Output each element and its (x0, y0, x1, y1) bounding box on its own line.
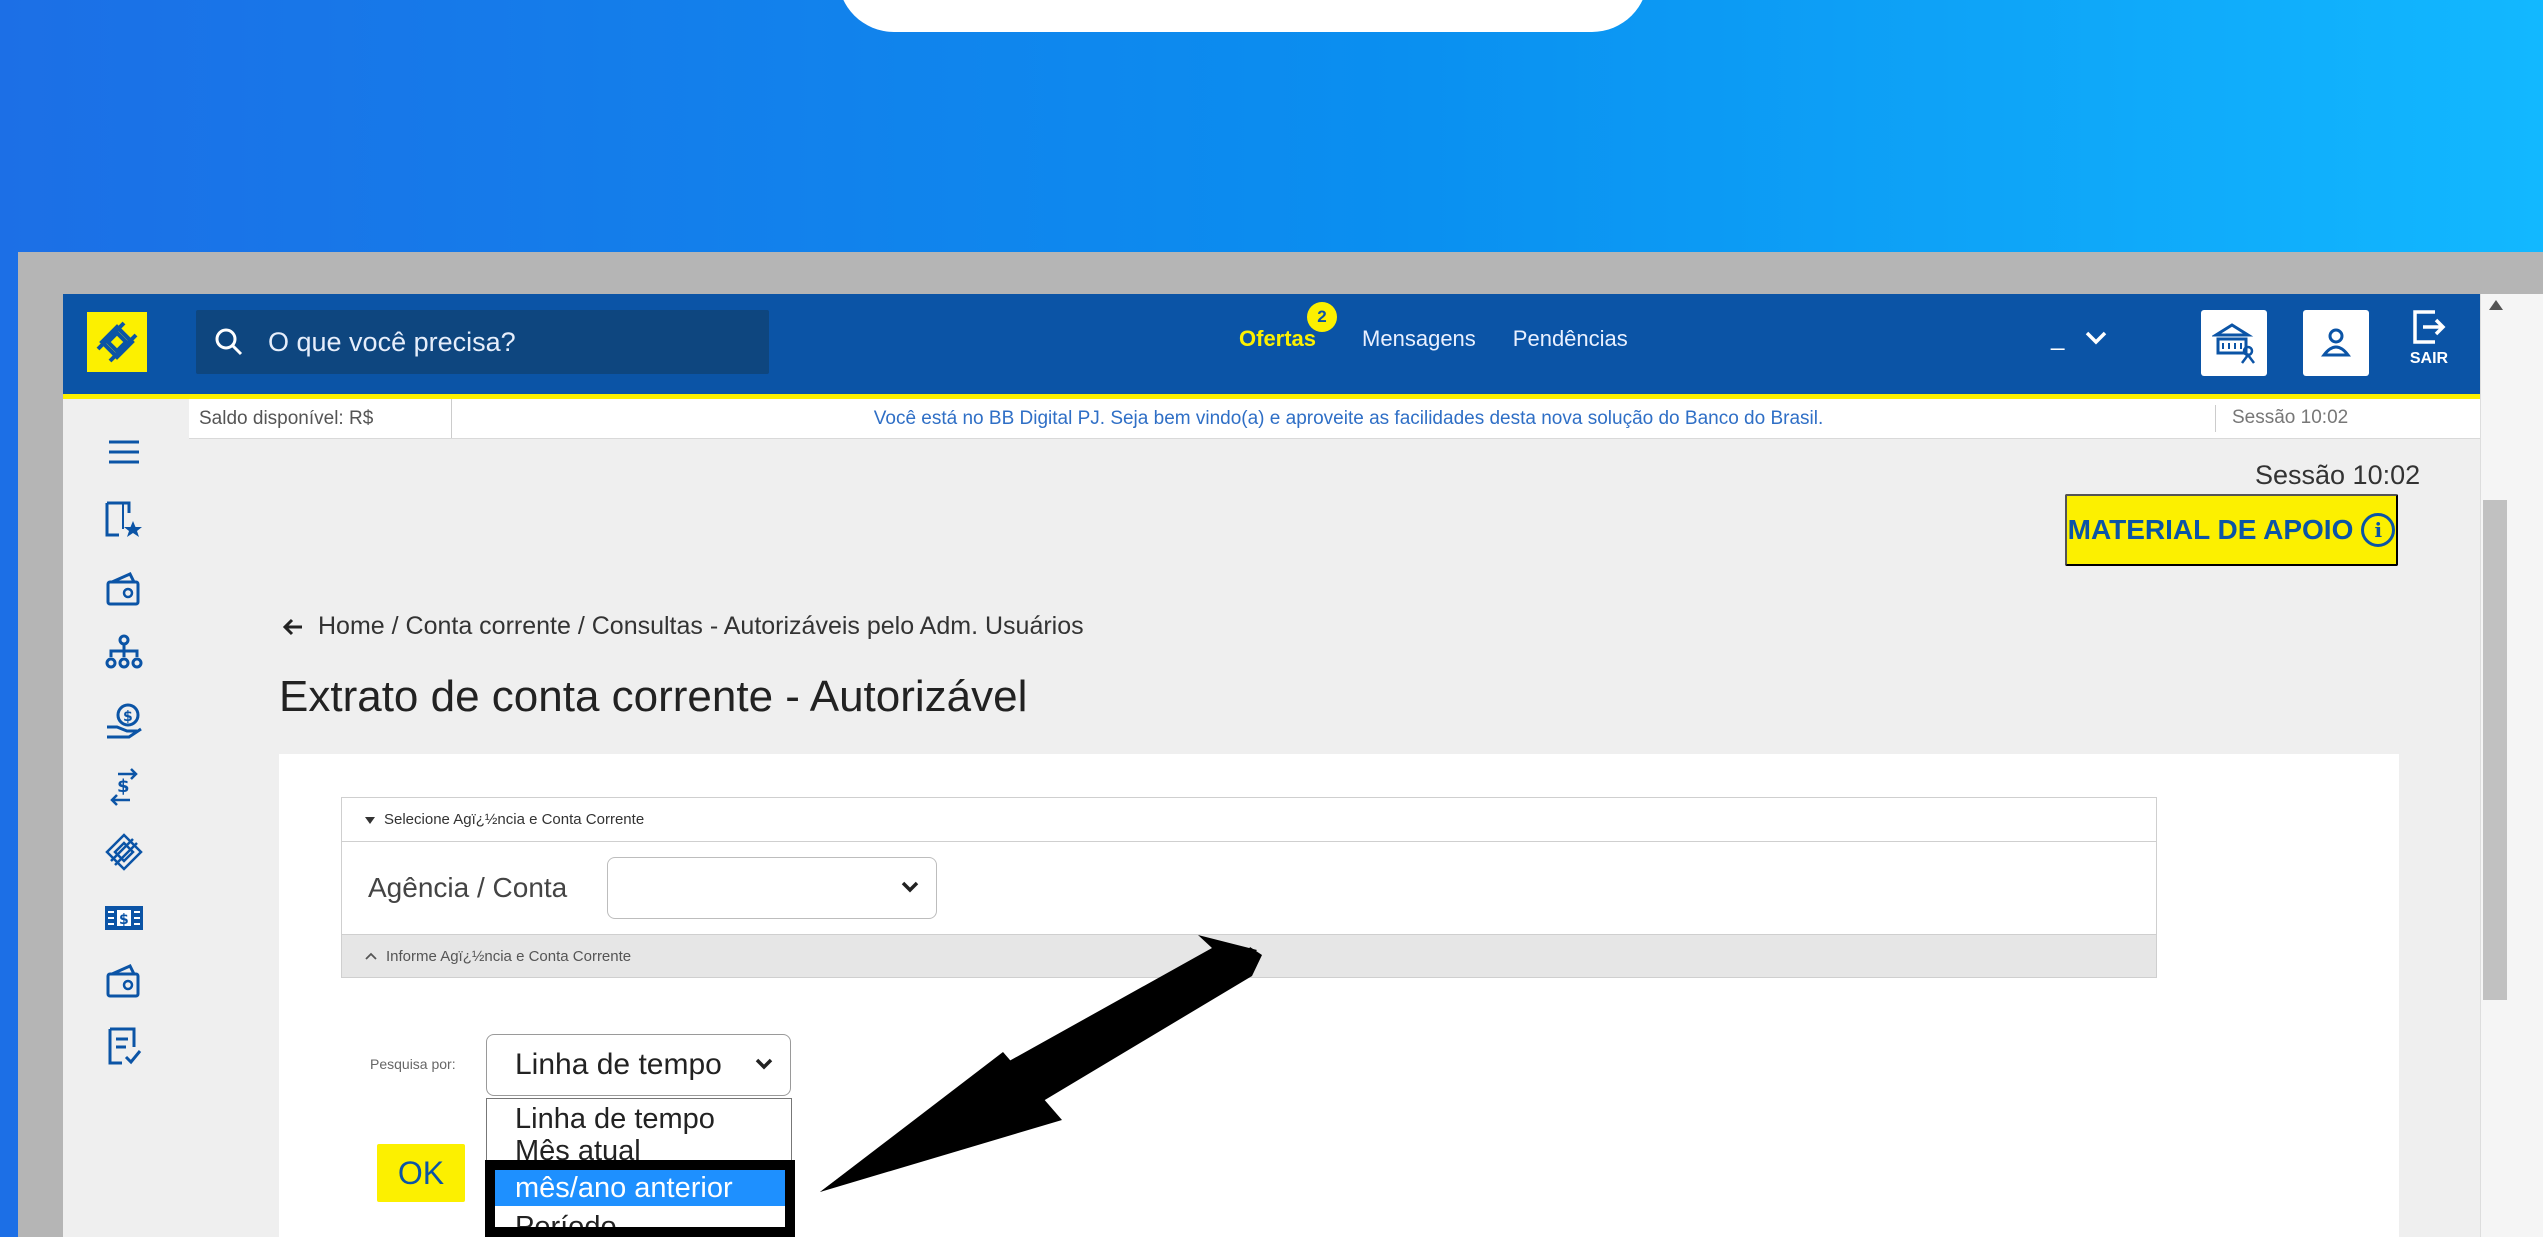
search-by-label: Pesquisa por: (370, 1056, 456, 1072)
top-bar: 2 Ofertas Mensagens Pendências _ (63, 294, 2480, 394)
favorites-icon (105, 501, 142, 537)
transfer-icon: $ (110, 768, 138, 806)
account-dropdown[interactable]: _ (2051, 324, 2108, 352)
welcome-message: Você está no BB Digital PJ. Seja bem vin… (873, 407, 1824, 429)
page-title: Extrato de conta corrente - Autorizável (279, 672, 1028, 721)
search-box[interactable] (196, 310, 769, 374)
scroll-up-icon[interactable] (2489, 300, 2503, 310)
search-icon (215, 328, 243, 356)
chevron-down-icon (902, 881, 919, 893)
account-label: Agência / Conta (368, 872, 568, 903)
account-section-footer-text: Informe Agï¿½ncia e Conta Corrente (386, 947, 632, 965)
hand-money-icon: $ (107, 703, 142, 739)
sidebar-item-wallet-2[interactable] (101, 959, 147, 1005)
nav-pending[interactable]: Pendências (1513, 326, 1628, 352)
bb-logo-icon (96, 321, 138, 363)
chevron-down-icon (2086, 331, 2107, 345)
chevron-down-icon (755, 1058, 773, 1070)
search-by-dropdown-list: Linha de tempo Mês atual mês/ano anterio… (486, 1098, 792, 1237)
dropdown-option[interactable]: Período (487, 1209, 791, 1236)
logout-icon (2413, 310, 2446, 344)
balance-text: Saldo disponível: R$ (189, 399, 452, 438)
profile-button[interactable] (2303, 310, 2369, 376)
breadcrumb-text[interactable]: Home / Conta corrente / Consultas - Auto… (318, 612, 1084, 641)
sidebar-item-transfers[interactable]: $ (101, 763, 147, 809)
info-icon: i (2361, 513, 2396, 547)
breadcrumb: Home / Conta corrente / Consultas - Auto… (282, 612, 1084, 641)
support-material-label: MATERIAL DE APOIO (2067, 514, 2354, 545)
account-dropdown-value: _ (2051, 324, 2065, 351)
sidebar-item-cash[interactable]: $ (101, 895, 147, 941)
sidebar-item-documents[interactable] (101, 1023, 147, 1069)
organization-icon (105, 634, 143, 669)
dropdown-option-highlighted[interactable]: mês/ano anterior (487, 1170, 791, 1206)
session-timer: Sessão 10:02 (2215, 404, 2480, 433)
top-nav: Ofertas Mensagens Pendências (1239, 326, 1628, 352)
svg-text:$: $ (117, 776, 130, 797)
wallet-icon (106, 572, 140, 606)
sidebar: $ $ $ (63, 399, 189, 1237)
bb-logo-icon (105, 833, 143, 871)
account-section-footer[interactable]: Informe Agï¿½ncia e Conta Corrente (342, 934, 2156, 977)
info-bar: Saldo disponível: R$ Você está no BB Dig… (189, 399, 2480, 439)
cash-icon: $ (105, 906, 143, 930)
chevron-up-icon (365, 952, 377, 960)
session-label: Sessão 10:02 (2255, 460, 2421, 490)
document-icon (108, 1027, 142, 1065)
menu-icon (109, 440, 139, 464)
exit-button[interactable]: SAIR (2399, 306, 2459, 384)
search-by-value: Linha de tempo (515, 1048, 722, 1081)
user-icon (2320, 328, 2352, 357)
dropdown-option[interactable]: Mês atual (487, 1133, 791, 1169)
search-input[interactable] (268, 326, 708, 358)
caret-down-icon (365, 816, 375, 824)
svg-text:$: $ (123, 709, 133, 725)
top-pill-decoration (838, 0, 1648, 32)
bank-agency-button[interactable] (2201, 310, 2267, 376)
sidebar-item-wallet[interactable] (101, 567, 147, 613)
nav-offers[interactable]: Ofertas (1239, 326, 1316, 352)
exit-label: SAIR (2409, 350, 2449, 367)
scrollbar-thumb[interactable] (2483, 500, 2507, 1000)
sidebar-item-favorites[interactable] (101, 497, 147, 543)
account-select[interactable] (607, 857, 938, 919)
account-selection-box: Selecione Agï¿½ncia e Conta Corrente Agê… (341, 797, 2157, 978)
sidebar-menu[interactable] (101, 429, 147, 475)
account-row: Agência / Conta (342, 842, 2156, 934)
search-by-select[interactable]: Linha de tempo (486, 1034, 791, 1096)
bb-logo[interactable] (87, 312, 147, 372)
support-material-button[interactable]: MATERIAL DE APOIO i (2065, 494, 2398, 566)
dropdown-option[interactable]: Linha de tempo (487, 1101, 791, 1137)
app-window: 2 Ofertas Mensagens Pendências _ (63, 294, 2543, 1237)
sidebar-item-bb[interactable] (101, 829, 147, 875)
wallet-icon (106, 964, 140, 998)
nav-messages[interactable]: Mensagens (1362, 326, 1476, 352)
sidebar-item-organization[interactable] (101, 631, 147, 677)
account-section-title: Selecione Agï¿½ncia e Conta Corrente (384, 811, 645, 828)
sidebar-item-loans[interactable]: $ (101, 699, 147, 745)
account-section-header[interactable]: Selecione Agï¿½ncia e Conta Corrente (342, 798, 2156, 842)
ok-button[interactable]: OK (377, 1144, 465, 1202)
svg-text:$: $ (119, 912, 129, 928)
bank-icon (2212, 323, 2255, 364)
back-arrow-icon[interactable] (282, 617, 304, 637)
